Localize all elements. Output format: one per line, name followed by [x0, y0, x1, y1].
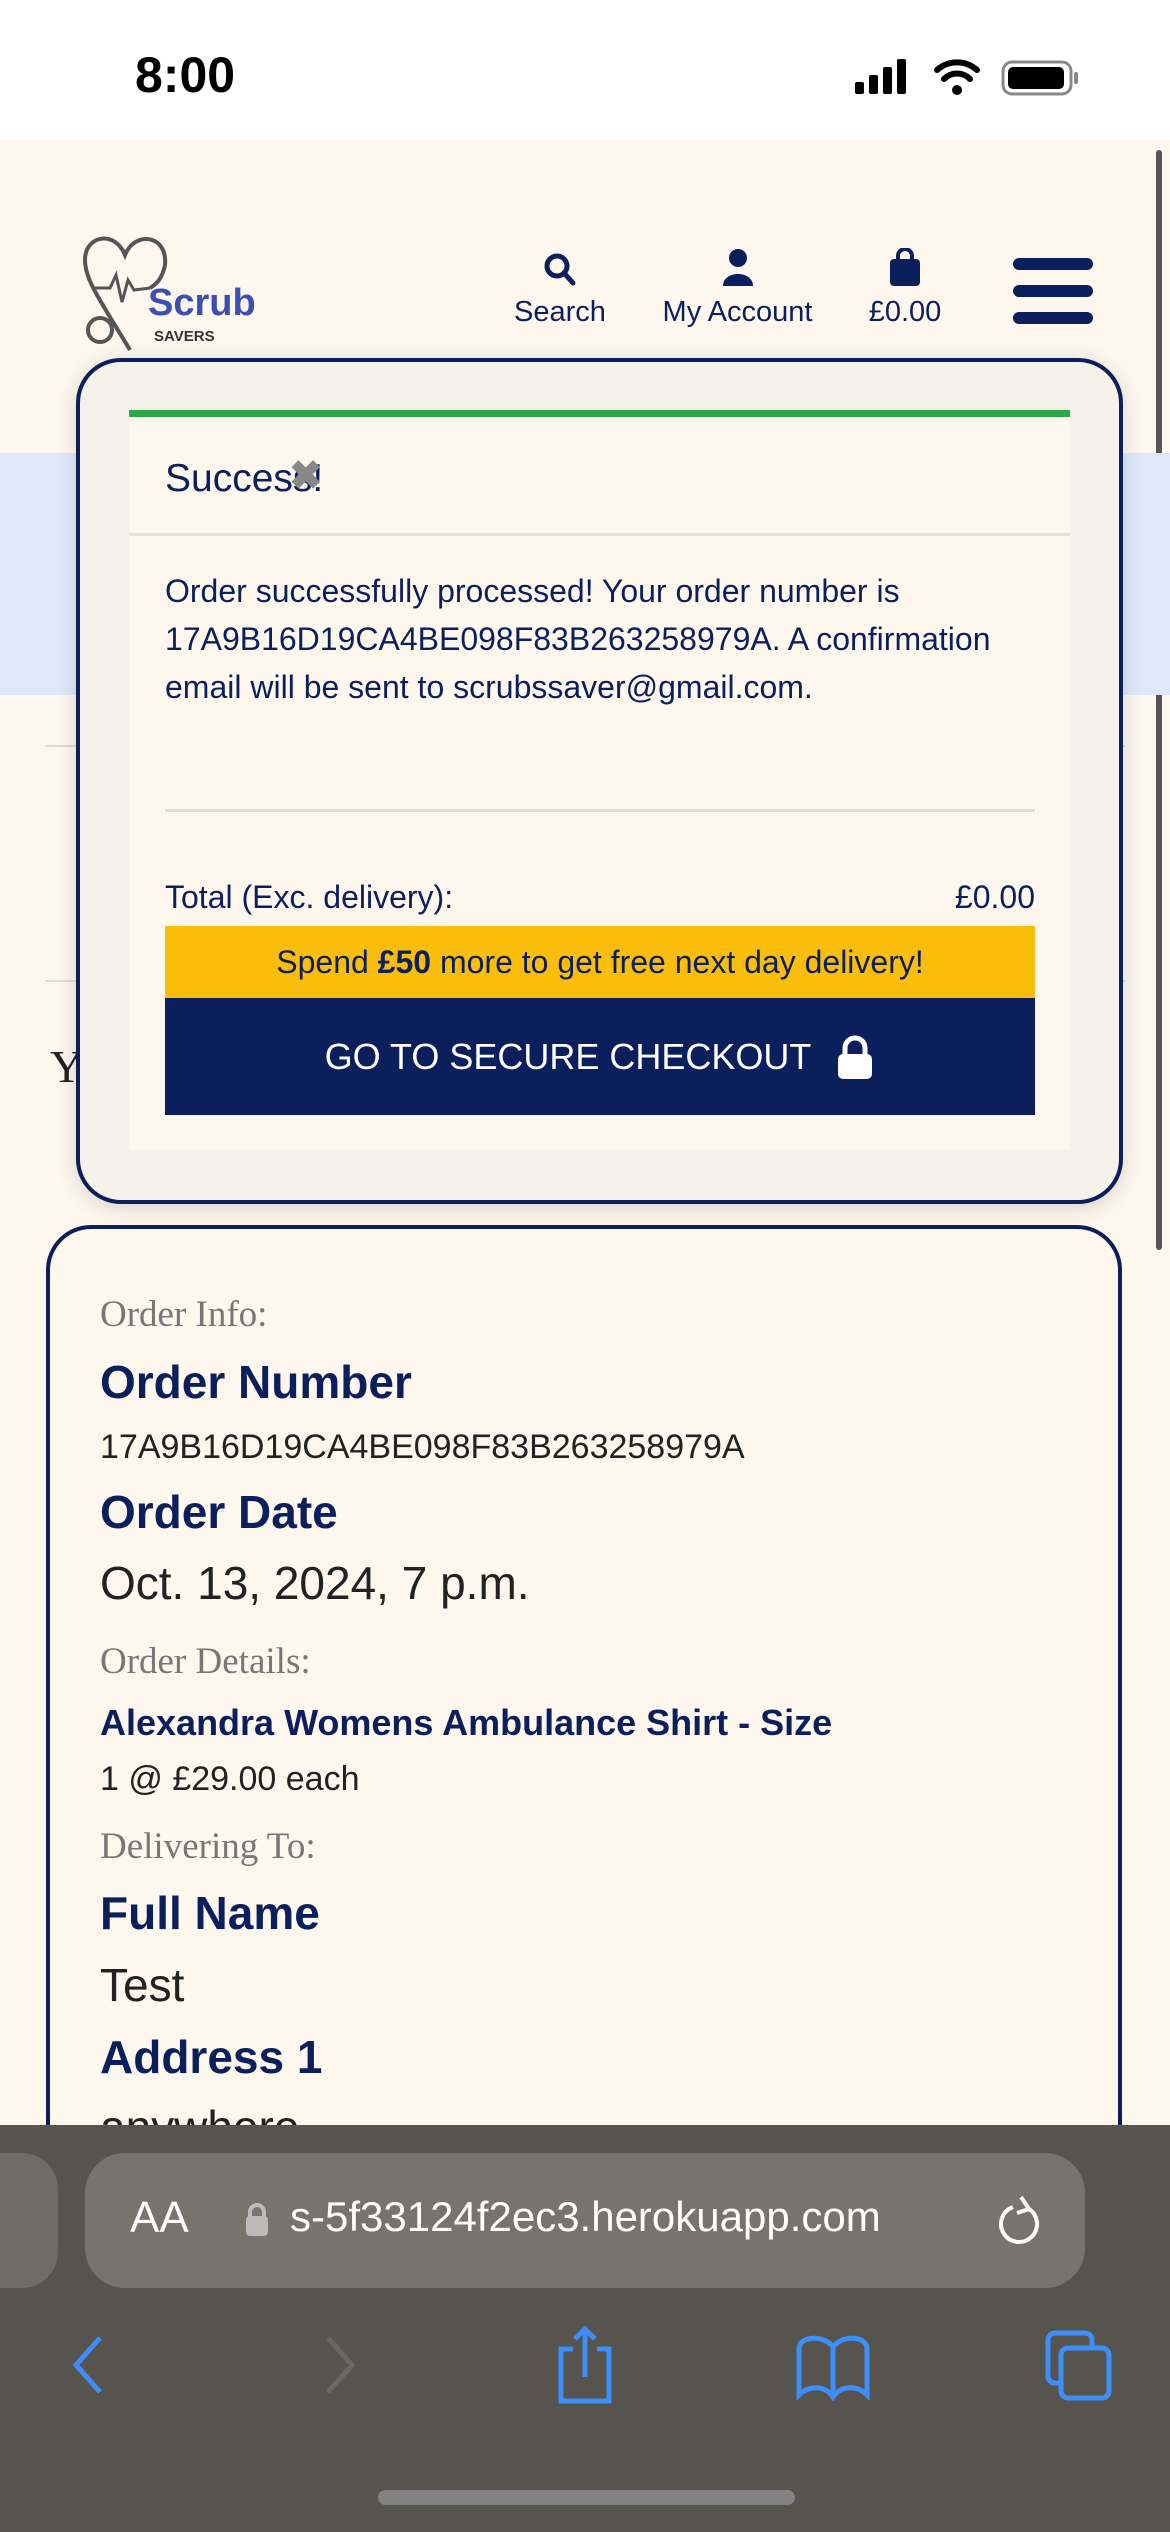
divider	[165, 809, 1035, 812]
product-name: Alexandra Womens Ambulance Shirt - Size	[100, 1702, 833, 1743]
account-label: My Account	[662, 296, 813, 328]
secure-checkout-button[interactable]: GO TO SECURE CHECKOUT	[165, 998, 1035, 1115]
search-icon	[544, 253, 576, 286]
url-text: s-5f33124f2ec3.herokuapp.com	[290, 2193, 881, 2240]
order-details-label: Order Details:	[100, 1641, 311, 1682]
address-bar[interactable]: AA s-5f33124f2ec3.herokuapp.com	[85, 2153, 1085, 2288]
checkout-label: GO TO SECURE CHECKOUT	[324, 1035, 812, 1077]
signal-icon	[855, 59, 906, 94]
close-icon[interactable]: ✖	[289, 453, 323, 499]
menu-button[interactable]	[1013, 258, 1093, 331]
logo[interactable]: Scrub SAVERS	[80, 230, 270, 360]
full-name-label: Full Name	[100, 1887, 320, 1939]
hamburger-icon	[1013, 258, 1093, 324]
free-delivery-banner: Spend £50 more to get free next day deli…	[165, 926, 1035, 998]
shopping-bag-icon	[890, 248, 920, 286]
wifi-icon	[934, 59, 980, 82]
share-icon[interactable]	[555, 2325, 615, 2405]
lock-icon	[246, 2203, 268, 2236]
order-date-label: Order Date	[100, 1486, 338, 1538]
back-icon[interactable]	[68, 2335, 108, 2395]
previous-tab-pill[interactable]	[0, 2153, 58, 2288]
reader-text-size-button[interactable]: AA	[130, 2193, 189, 2243]
my-account-link[interactable]: My Account	[645, 248, 830, 329]
success-toast: Success! ✖ Order successfully processed!…	[129, 410, 1070, 1150]
divider	[129, 533, 1070, 536]
forward-icon[interactable]	[320, 2335, 360, 2395]
status-icons	[855, 59, 1078, 96]
total-value: £0.00	[954, 879, 1035, 915]
tabs-icon[interactable]	[1045, 2330, 1115, 2402]
order-number-label: Order Number	[100, 1356, 412, 1408]
logo-text: Scrub	[148, 282, 256, 324]
logo-subtext: SAVERS	[154, 328, 215, 345]
product-quantity: 1 @ £29.00 each	[100, 1760, 360, 1798]
toast-message: Order successfully processed! Your order…	[165, 573, 991, 705]
browser-toolbar: AA s-5f33124f2ec3.herokuapp.com	[0, 2125, 1170, 2532]
status-bar: 8:00	[0, 0, 1170, 140]
total-label: Total (Exc. delivery):	[165, 879, 454, 915]
full-name: Test	[100, 1959, 185, 2011]
search-label: Search	[514, 296, 606, 328]
home-indicator[interactable]	[378, 2490, 795, 2505]
bookmarks-icon[interactable]	[795, 2335, 871, 2401]
address1-label: Address 1	[100, 2031, 323, 2083]
order-number: 17A9B16D19CA4BE098F83B263258979A	[100, 1428, 745, 1466]
battery-icon	[1001, 60, 1078, 96]
reload-icon[interactable]	[995, 2193, 1045, 2249]
clock: 8:00	[135, 47, 236, 103]
order-date: Oct. 13, 2024, 7 p.m.	[100, 1557, 530, 1609]
lock-icon	[838, 1035, 873, 1079]
delivering-to-label: Delivering To:	[100, 1826, 316, 1867]
user-icon	[722, 249, 753, 286]
search-link[interactable]: Search	[500, 252, 620, 329]
order-info-label: Order Info:	[100, 1294, 268, 1335]
bag-link[interactable]: £0.00	[850, 248, 960, 329]
scrollbar[interactable]	[1156, 150, 1162, 1250]
bag-total: £0.00	[868, 296, 942, 328]
